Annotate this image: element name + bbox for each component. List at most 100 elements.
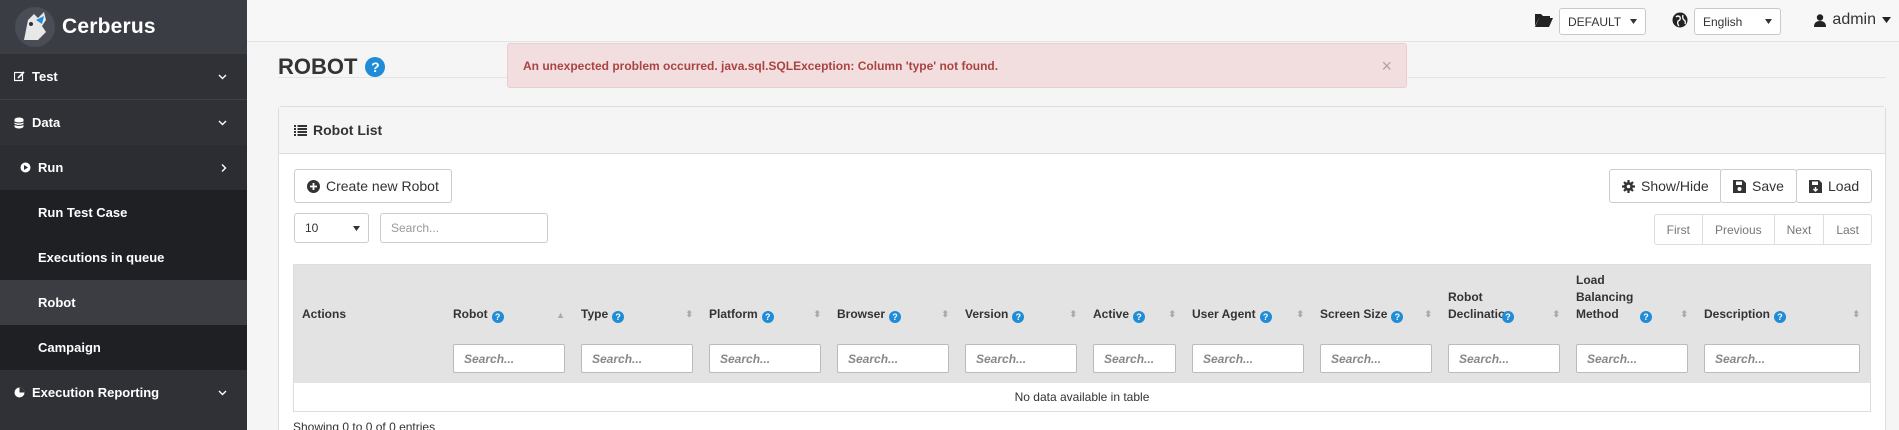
cerberus-logo-icon [15, 7, 55, 47]
brand[interactable]: Cerberus [0, 0, 247, 54]
sort-icon[interactable]: ⬍ [1552, 309, 1560, 320]
column-filter-placeholder: Search... [1459, 351, 1510, 366]
sort-icon[interactable]: ⬍ [1069, 309, 1077, 320]
help-icon[interactable]: ? [1259, 311, 1272, 323]
save-button[interactable]: Save [1720, 169, 1797, 203]
column-filter-placeholder: Search... [1104, 351, 1155, 366]
column-filter-input[interactable]: Search... [1320, 344, 1432, 373]
column-header[interactable]: Screen Size? ⬍ Search... [1312, 265, 1440, 383]
column-header[interactable]: Browser? ⬍ Search... [829, 265, 957, 383]
column-header-label: Robot Declination? [1448, 289, 1514, 323]
help-icon[interactable]: ? [1133, 311, 1146, 323]
sort-icon[interactable]: ⬍ [813, 309, 821, 320]
column-filter-input[interactable]: Search... [709, 344, 821, 373]
column-header[interactable]: Robot? ▲ Search... [445, 265, 573, 383]
sidebar-item-data[interactable]: Data [0, 100, 247, 145]
sort-icon[interactable]: ⬍ [1852, 309, 1860, 320]
load-icon [1809, 179, 1822, 193]
gear-icon [1622, 179, 1635, 193]
column-filter-input[interactable]: Search... [1192, 344, 1304, 373]
column-filter-input[interactable]: Search... [453, 344, 565, 373]
column-header-label: Active? [1093, 306, 1146, 323]
column-header-label: Type? [581, 306, 625, 323]
caret-down-icon [353, 226, 360, 231]
create-robot-button[interactable]: Create new Robot [294, 169, 452, 203]
search-input[interactable]: Search... [380, 213, 548, 243]
sidebar-item-label: Data [32, 115, 61, 130]
help-icon[interactable]: ? [1502, 311, 1514, 323]
pager-next[interactable]: Next [1773, 215, 1824, 244]
sort-icon[interactable]: ⬍ [1424, 309, 1432, 320]
sidebar-item-run-test-case[interactable]: Run Test Case [0, 190, 247, 235]
show-hide-button[interactable]: Show/Hide [1609, 169, 1722, 203]
user-name: admin [1832, 11, 1876, 28]
play-circle-icon [20, 162, 34, 173]
column-header[interactable]: User Agent? ⬍ Search... [1184, 265, 1312, 383]
error-alert-message: An unexpected problem occurred. java.sql… [523, 58, 999, 73]
table-empty-row: No data available in table [294, 383, 1870, 411]
table-info: Showing 0 to 0 of 0 entries [293, 420, 436, 430]
column-header-label: Browser? [837, 306, 902, 323]
column-header-text: Actions [302, 307, 347, 321]
column-filter-input[interactable]: Search... [1704, 344, 1860, 373]
sort-icon[interactable]: ⬍ [685, 309, 693, 320]
column-header-text: Load Balancing Method [1576, 273, 1634, 321]
page-size-select[interactable]: 10 [294, 213, 369, 243]
pager-last[interactable]: Last [1823, 215, 1871, 244]
help-icon[interactable]: ? [612, 311, 625, 323]
help-icon[interactable]: ? [761, 311, 774, 323]
close-icon[interactable]: × [1381, 56, 1392, 77]
column-header[interactable]: Type? ⬍ Search... [573, 265, 701, 383]
help-icon[interactable]: ? [889, 311, 902, 323]
help-icon[interactable]: ? [491, 311, 504, 323]
column-filter-input[interactable]: Search... [1576, 344, 1688, 373]
sidebar-item-executions-in-queue[interactable]: Executions in queue [0, 235, 247, 280]
sort-icon[interactable]: ⬍ [1680, 309, 1688, 320]
help-icon[interactable]: ? [1012, 311, 1025, 323]
column-header-label: Platform? [709, 306, 774, 323]
help-icon[interactable]: ? [1640, 311, 1652, 323]
language-select[interactable]: English [1694, 8, 1781, 35]
sort-icon[interactable]: ⬍ [941, 309, 949, 320]
help-icon[interactable]: ? [365, 57, 386, 77]
globe-icon[interactable] [1672, 12, 1688, 28]
column-header[interactable]: Description? ⬍ Search... [1696, 265, 1868, 383]
sidebar-item-run[interactable]: Run [0, 145, 247, 190]
sort-icon[interactable]: ⬍ [1296, 309, 1304, 320]
user-menu[interactable]: admin [1814, 11, 1891, 29]
help-icon[interactable]: ? [1774, 311, 1787, 323]
column-filter-input[interactable]: Search... [965, 344, 1077, 373]
sidebar-item-robot[interactable]: Robot [0, 280, 247, 325]
column-header[interactable]: Platform? ⬍ Search... [701, 265, 829, 383]
sidebar-submenu-data: Run Run Test Case Executions in queue Ro… [0, 145, 247, 370]
sidebar-item-test[interactable]: Test [0, 54, 247, 99]
folder-open-icon[interactable] [1534, 12, 1554, 28]
help-icon[interactable]: ? [1391, 311, 1404, 323]
load-button[interactable]: Load [1796, 169, 1873, 203]
column-header[interactable]: Active? ⬍ Search... [1085, 265, 1184, 383]
column-header[interactable]: Load Balancing Method? ⬍ Search... [1568, 265, 1696, 383]
topbar: DEFAULT English admin [247, 0, 1899, 42]
sort-icon[interactable]: ⬍ [1168, 309, 1176, 320]
column-header[interactable]: Robot Declination? ⬍ Search... [1440, 265, 1568, 383]
robot-table: Actions Robot? ▲ Search... Type? ⬍ Search... Pl… [293, 264, 1871, 412]
column-filter-input[interactable]: Search... [1093, 344, 1176, 373]
load-label: Load [1828, 178, 1860, 194]
column-header-label: Screen Size? [1320, 306, 1404, 323]
pager-first[interactable]: First [1655, 215, 1702, 244]
sidebar-item-label: Execution Reporting [32, 385, 160, 400]
column-header[interactable]: Version? ⬍ Search... [957, 265, 1085, 383]
column-filter-input[interactable]: Search... [837, 344, 949, 373]
sidebar-item-label: Executions in queue [38, 250, 165, 265]
database-icon [14, 117, 28, 129]
system-select[interactable]: DEFAULT [1559, 8, 1646, 35]
error-alert: An unexpected problem occurred. java.sql… [507, 43, 1407, 88]
column-filter-input[interactable]: Search... [1448, 344, 1560, 373]
sidebar-item-campaign[interactable]: Campaign [0, 325, 247, 370]
pager-previous[interactable]: Previous [1701, 215, 1774, 244]
sort-asc-icon[interactable]: ▲ [556, 310, 565, 320]
sidebar-item-execution-reporting[interactable]: Execution Reporting [0, 370, 247, 415]
list-icon [294, 124, 307, 136]
column-filter-input[interactable]: Search... [581, 344, 693, 373]
sidebar-item-label: Run [38, 160, 64, 175]
